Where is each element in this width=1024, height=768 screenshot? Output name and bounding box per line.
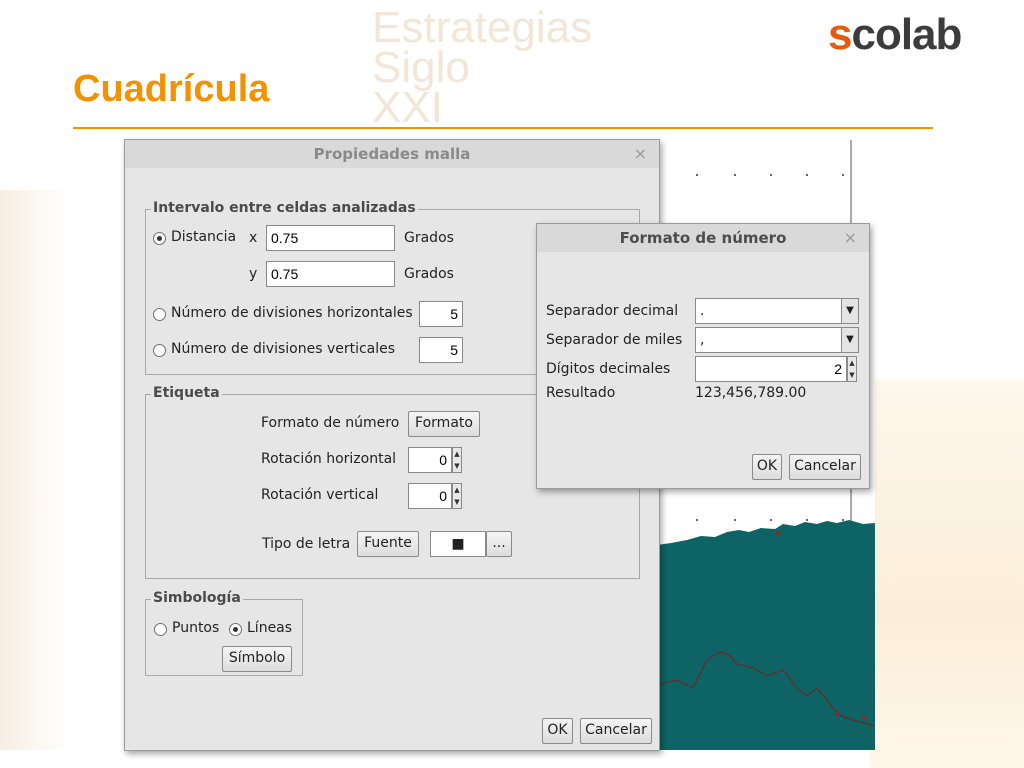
digitos-decimales-label: Dígitos decimales [546,361,671,377]
decorative-background-right [870,380,1024,768]
grid-dot [734,174,736,176]
formato-numero-label: Formato de número [261,415,400,431]
color-swatch[interactable]: ■ [430,531,486,557]
grid-dot [734,519,736,521]
digitos-decimales-spinner[interactable]: ▲ ▼ [847,356,857,382]
grid-dot [696,519,698,521]
grid-dot [770,519,772,521]
y-label: y [249,266,258,282]
divisiones-horizontales-radio[interactable] [153,308,166,321]
distance-y-input[interactable] [266,261,395,287]
unit-x-label: Grados [404,230,454,246]
separador-decimal-label: Separador decimal [546,303,679,319]
simbolo-button[interactable]: Símbolo [222,646,292,672]
cancel-button[interactable]: Cancelar [580,718,652,744]
resultado-value: 123,456,789.00 [695,385,807,401]
resultado-label: Resultado [546,385,616,401]
fuente-button[interactable]: Fuente [357,531,419,557]
separador-decimal-value: . [700,303,705,319]
decorative-background-left [0,190,70,750]
divisiones-verticales-radio[interactable] [153,344,166,357]
distance-x-input[interactable] [266,225,395,251]
color-chooser-button[interactable]: ... [486,531,512,557]
tipo-letra-label: Tipo de letra [262,536,351,552]
separador-miles-label: Separador de miles [546,332,683,348]
dialog-title: Formato de número [537,224,869,252]
distancia-radio[interactable] [153,232,166,245]
grid-dot [806,174,808,176]
grid-dot [842,174,844,176]
scolab-logo: scolab [828,10,962,60]
grid-dot [696,174,698,176]
lineas-label: Líneas [247,620,293,636]
rotacion-horizontal-label: Rotación horizontal [261,451,397,467]
x-label: x [249,230,258,246]
dialog-title: Propiedades malla [125,140,659,168]
ok-button[interactable]: OK [752,454,782,480]
close-icon[interactable]: × [844,228,857,247]
etiqueta-legend: Etiqueta [151,385,222,401]
logo-text: colab [851,10,962,59]
simbologia-legend: Simbología [151,590,243,606]
rotacion-vertical-input[interactable] [408,483,452,509]
cancel-button[interactable]: Cancelar [789,454,861,480]
close-icon[interactable]: × [634,144,647,163]
chevron-down-icon[interactable]: ▼ [841,299,858,323]
divisiones-verticales-input[interactable] [419,337,463,363]
map-marker [776,531,780,535]
rotacion-vertical-spinner[interactable]: ▲ ▼ [452,483,462,509]
map-marker [835,712,839,716]
separador-miles-select[interactable]: , ▼ [695,327,859,353]
distancia-label: Distancia [171,229,237,245]
puntos-label: Puntos [172,620,220,636]
divisiones-verticales-label: Número de divisiones verticales [171,341,396,357]
lineas-radio[interactable] [229,623,242,636]
ok-button[interactable]: OK [542,718,573,744]
separador-decimal-select[interactable]: . ▼ [695,298,859,324]
puntos-radio[interactable] [154,623,167,636]
unit-y-label: Grados [404,266,454,282]
slide-title: Cuadrícula [73,68,270,110]
separador-miles-value: , [700,332,705,348]
map-marker [862,716,866,720]
digitos-decimales-input[interactable] [695,356,847,382]
rotacion-horizontal-spinner[interactable]: ▲ ▼ [452,447,462,473]
formato-button[interactable]: Formato [408,411,480,437]
logo-prefix: s [828,10,853,59]
watermark-text: Estrategias Siglo XXI [372,3,593,132]
divisiones-horizontales-label: Número de divisiones horizontales [171,305,413,321]
title-divider [73,127,933,129]
chevron-down-icon[interactable]: ▼ [841,328,858,352]
intervalo-legend: Intervalo entre celdas analizadas [151,200,418,216]
grid-dot [842,519,844,521]
divisiones-horizontales-input[interactable] [419,301,463,327]
grid-dot [806,519,808,521]
rotacion-horizontal-input[interactable] [408,447,452,473]
formato-numero-dialog: Formato de número × Separador decimal . … [536,223,870,489]
grid-dot [770,174,772,176]
rotacion-vertical-label: Rotación vertical [261,487,379,503]
sea-area [657,520,875,750]
